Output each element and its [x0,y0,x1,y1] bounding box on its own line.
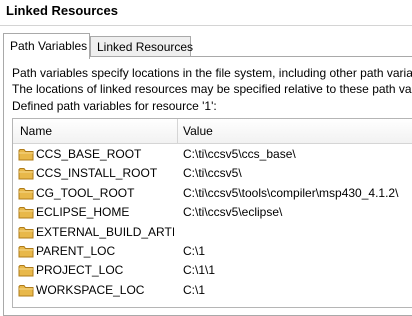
table-row[interactable]: WORKSPACE_LOC C:\1 [13,281,412,300]
variable-value: C:\ti\ccsv5\ [183,166,242,180]
defined-variables-label: Defined path variables for resource '1': [12,99,217,113]
variable-value: C:\ti\ccsv5\ccs_base\ [183,147,296,161]
variable-name: CCS_BASE_ROOT [36,148,142,161]
variable-value: C:\ti\ccsv5\eclipse\ [183,205,283,219]
table-row[interactable]: CG_TOOL_ROOT C:\ti\ccsv5\tools\compiler\m… [13,184,412,203]
variable-value: C:\1\1 [183,263,216,277]
table-row[interactable]: CCS_INSTALL_ROOT C:\ti\ccsv5\ [13,164,412,183]
variable-name: CCS_INSTALL_ROOT [36,167,158,180]
variable-value: C:\ti\ccsv5\tools\compiler\msp430_4.1.2\ [183,186,399,200]
folder-icon [18,148,34,161]
variable-name: CG_TOOL_ROOT [36,187,135,200]
title-divider [0,25,412,26]
variable-name: PARENT_LOC [36,245,116,258]
column-divider[interactable] [177,119,178,143]
description-line-2: The locations of linked resources may be… [12,82,412,96]
tab-linked-resources[interactable]: Linked Resources [90,36,193,56]
tab-path-variables[interactable]: Path Variables [3,33,90,59]
table-row[interactable]: PROJECT_LOC C:\1\1 [13,261,412,280]
folder-icon [18,226,34,239]
folder-icon [18,167,34,180]
folder-icon [18,245,34,258]
variable-value: C:\1 [183,244,206,258]
path-variables-table[interactable]: Name Value CCS_BASE_ROOT C:\ti\ccsv5\ccs_… [12,118,412,308]
folder-icon [18,264,34,277]
variable-name: EXTERNAL_BUILD_ARTI... [36,226,174,239]
variable-name: ECLIPSE_HOME [36,206,130,219]
description-line-1: Path variables specify locations in the … [12,66,412,80]
table-row[interactable]: CCS_BASE_ROOT C:\ti\ccsv5\ccs_base\ [13,145,412,164]
table-row[interactable]: EXTERNAL_BUILD_ARTI... [13,223,412,242]
column-header-value[interactable]: Value [183,124,213,138]
variable-name: PROJECT_LOC [36,264,124,277]
folder-icon [18,187,34,200]
variable-name: WORKSPACE_LOC [36,284,145,297]
description: Path variables specify locations in the … [12,65,412,97]
dialog-title: Linked Resources [6,3,118,18]
table-header: Name Value [13,119,412,144]
table-row[interactable]: ECLIPSE_HOME C:\ti\ccsv5\eclipse\ [13,203,412,222]
column-header-name[interactable]: Name [20,124,52,138]
variable-value: C:\1 [183,283,206,297]
folder-icon [18,206,34,219]
table-row[interactable]: PARENT_LOC C:\1 [13,242,412,261]
folder-icon [18,284,34,297]
